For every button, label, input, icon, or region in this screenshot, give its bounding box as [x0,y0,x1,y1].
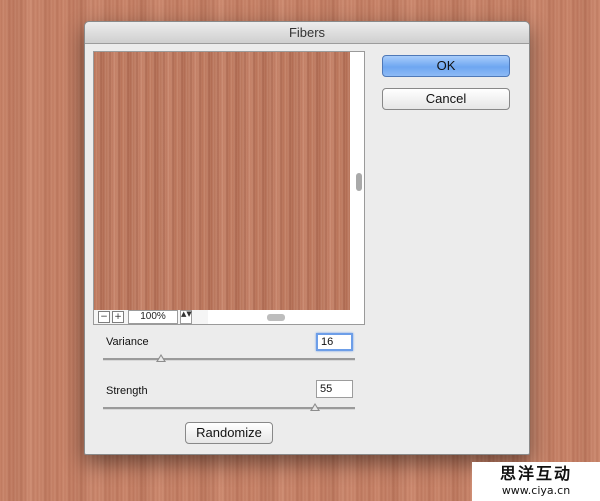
strength-input[interactable]: 55 [316,380,353,398]
vertical-scrollbar-thumb[interactable] [356,173,362,191]
fibers-preview-image[interactable] [94,52,350,310]
variance-slider-track[interactable] [103,358,355,361]
preview-panel: − + 100% ▲▼ [93,51,365,325]
strength-label: Strength [106,385,148,397]
fibers-dialog: Fibers − + 100% ▲▼ OK Cancel Variance 16… [84,21,530,455]
zoom-in-button[interactable]: + [112,311,124,323]
zoom-level-field[interactable]: 100% [128,310,178,324]
watermark-logo: 思洋互动 www.ciya.cn [472,462,600,501]
strength-slider-thumb[interactable] [309,403,320,411]
horizontal-scrollbar-thumb[interactable] [267,314,285,321]
ok-button[interactable]: OK [382,55,510,77]
zoom-controls: − + 100% ▲▼ [94,310,208,324]
variance-slider-thumb[interactable] [155,354,166,362]
zoom-stepper-icon[interactable]: ▲▼ [180,310,192,324]
watermark-text: 思洋互动 [499,464,572,483]
variance-label: Variance [106,336,149,348]
variance-input[interactable]: 16 [316,333,353,351]
cancel-button[interactable]: Cancel [382,88,510,110]
dialog-title: Fibers [85,22,529,44]
watermark-url: www.ciya.cn [501,484,571,497]
zoom-out-button[interactable]: − [98,311,110,323]
randomize-button[interactable]: Randomize [185,422,273,444]
